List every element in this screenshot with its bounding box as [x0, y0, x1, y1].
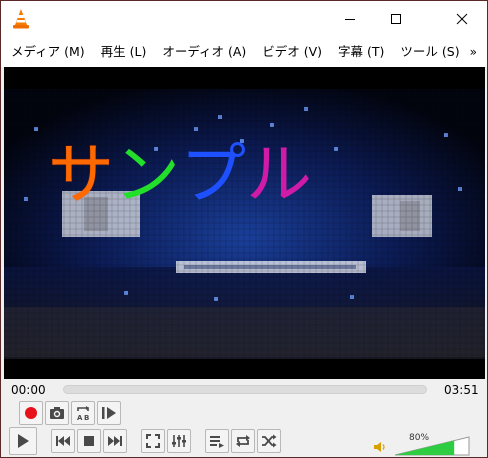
camera-icon	[50, 407, 64, 419]
shuffle-button[interactable]	[257, 429, 281, 453]
shuffle-icon	[262, 434, 277, 448]
maximize-icon	[391, 14, 401, 24]
seek-row: 00:00 03:51	[1, 379, 487, 401]
loop-icon	[236, 435, 250, 447]
maximize-button[interactable]	[373, 1, 419, 37]
seek-slider[interactable]	[63, 385, 427, 394]
playlist-button[interactable]	[205, 429, 229, 453]
title-bar	[1, 1, 487, 37]
subtitle-text: サンプル	[48, 135, 468, 215]
elapsed-time: 00:00	[11, 383, 46, 397]
subtitle-char: ル	[246, 136, 312, 213]
subtitle-char: プ	[180, 136, 246, 213]
menu-media[interactable]: メディア (M)	[1, 37, 93, 67]
previous-icon	[56, 436, 70, 446]
video-frame	[4, 67, 485, 379]
subtitle-char: サ	[48, 136, 114, 213]
ab-loop-button[interactable]: AB	[71, 401, 95, 425]
record-button[interactable]	[19, 401, 43, 425]
minimize-button[interactable]	[327, 1, 373, 37]
ab-loop-icon: AB	[77, 406, 89, 421]
loop-button[interactable]	[231, 429, 255, 453]
fullscreen-icon	[146, 434, 160, 448]
record-icon	[25, 407, 37, 419]
menu-audio[interactable]: オーディオ (A)	[154, 37, 254, 67]
menu-tools[interactable]: ツール (S)	[392, 37, 467, 67]
play-icon	[18, 434, 29, 448]
stop-button[interactable]	[77, 429, 101, 453]
svg-text:B: B	[84, 414, 89, 421]
video-area[interactable]: サンプル	[4, 67, 485, 379]
previous-button[interactable]	[51, 429, 75, 453]
vlc-cone-icon[interactable]	[11, 8, 31, 30]
close-icon	[456, 13, 468, 25]
frame-step-icon	[102, 407, 116, 419]
equalizer-icon	[172, 435, 186, 447]
snapshot-button[interactable]	[45, 401, 69, 425]
menu-subtitle[interactable]: 字幕 (T)	[330, 37, 392, 67]
volume-slider[interactable]	[393, 433, 471, 457]
menu-video[interactable]: ビデオ (V)	[254, 37, 330, 67]
next-icon	[108, 436, 122, 446]
stop-icon	[84, 436, 94, 446]
play-button[interactable]	[9, 427, 37, 455]
menu-bar: メディア (M) 再生 (L) オーディオ (A) ビデオ (V) 字幕 (T)…	[1, 37, 487, 67]
close-button[interactable]	[437, 1, 487, 37]
menu-overflow-chevron[interactable]: »	[470, 37, 477, 67]
frame-step-button[interactable]	[97, 401, 121, 425]
next-button[interactable]	[103, 429, 127, 453]
subtitle-char: ン	[114, 136, 180, 213]
playlist-icon	[210, 436, 224, 448]
extended-settings-button[interactable]	[167, 429, 191, 453]
total-time[interactable]: 03:51	[444, 383, 479, 397]
fullscreen-button[interactable]	[141, 429, 165, 453]
volume-percent: 80%	[409, 433, 430, 443]
svg-text:A: A	[77, 414, 83, 421]
speaker-icon[interactable]	[373, 441, 387, 453]
vlc-window: メディア (M) 再生 (L) オーディオ (A) ビデオ (V) 字幕 (T)…	[0, 0, 488, 458]
minimize-icon	[345, 19, 355, 20]
menu-playback[interactable]: 再生 (L)	[93, 37, 155, 67]
